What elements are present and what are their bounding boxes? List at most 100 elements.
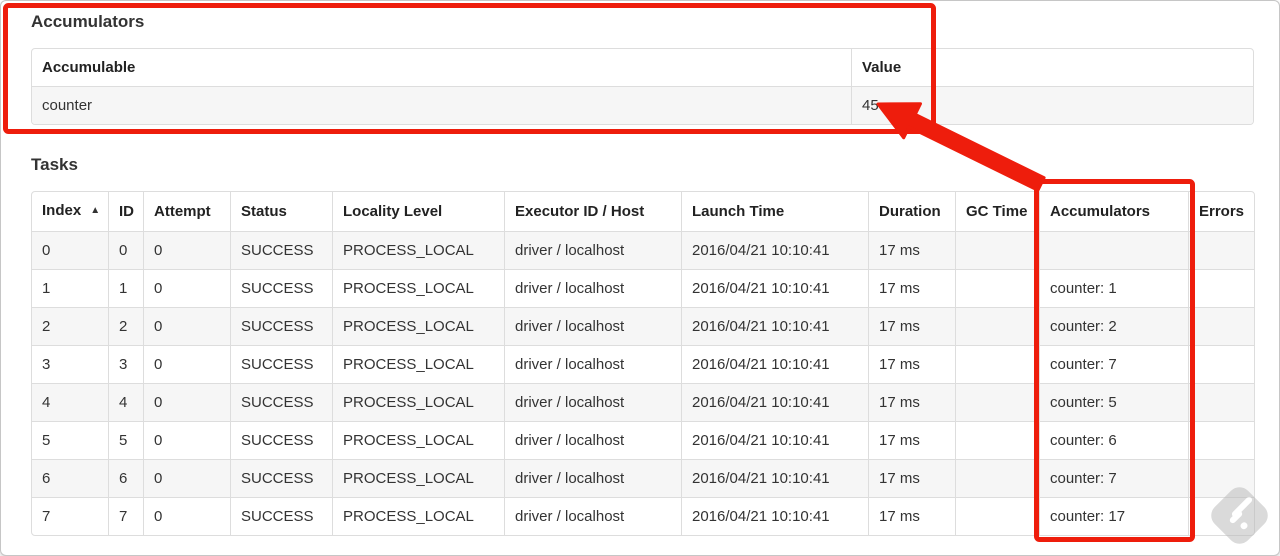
table-cell: 45 <box>851 86 1253 124</box>
table-cell: 0 <box>143 345 230 383</box>
column-header-label: Errors <box>1199 203 1245 220</box>
table-cell: 17 ms <box>868 421 955 459</box>
table-cell: 2016/04/21 10:10:41 <box>681 307 868 345</box>
table-row: 4 4 0 SUCCESS PROCESS_LOCAL driver / localhos… <box>32 383 1254 421</box>
table-cell: SUCCESS <box>230 497 332 535</box>
table-cell: 7 <box>108 497 143 535</box>
table-cell: counter <box>32 86 851 124</box>
table-cell: PROCESS_LOCAL <box>332 345 504 383</box>
table-cell: 2016/04/21 10:10:41 <box>681 269 868 307</box>
accumulators-table: Accumulable Value counter 45 <box>31 48 1254 125</box>
table-cell: 0 <box>143 383 230 421</box>
table-cell: driver / localhost <box>504 345 681 383</box>
table-row: 3 3 0 SUCCESS PROCESS_LOCAL driver / localhos… <box>32 345 1254 383</box>
column-header-attempt[interactable]: Attempt <box>143 192 230 231</box>
table-cell: 0 <box>143 269 230 307</box>
table-row: 0 0 0 SUCCESS PROCESS_LOCAL driver / localhos… <box>32 231 1254 269</box>
column-header-id[interactable]: ID <box>108 192 143 231</box>
table-cell: 0 <box>108 231 143 269</box>
table-cell: SUCCESS <box>230 459 332 497</box>
table-cell: PROCESS_LOCAL <box>332 231 504 269</box>
tasks-section: Tasks Index ▲ ID Attempt Status Locality Leve… <box>31 154 1255 536</box>
column-header-gc-time[interactable]: GC Time <box>955 192 1039 231</box>
table-row: 5 5 0 SUCCESS PROCESS_LOCAL driver / localhos… <box>32 421 1254 459</box>
column-header-index[interactable]: Index ▲ <box>32 192 108 231</box>
table-cell: 2 <box>32 307 108 345</box>
table-cell <box>1188 383 1254 421</box>
table-cell: PROCESS_LOCAL <box>332 421 504 459</box>
column-header-accumulators[interactable]: Accumulators <box>1039 192 1188 231</box>
table-cell: 17 ms <box>868 345 955 383</box>
column-header-label: Launch Time <box>692 203 785 220</box>
column-header-label: Status <box>241 203 287 220</box>
column-header-errors[interactable]: Errors <box>1188 192 1254 231</box>
table-cell <box>955 345 1039 383</box>
header-row: Index ▲ ID Attempt Status Locality Level Execu… <box>32 192 1254 231</box>
column-header-label: GC Time <box>966 203 1028 220</box>
column-header-label: Attempt <box>154 203 211 220</box>
table-cell: driver / localhost <box>504 421 681 459</box>
table-cell: SUCCESS <box>230 307 332 345</box>
column-header-label: Accumulable <box>42 59 136 76</box>
table-cell <box>955 459 1039 497</box>
table-cell: 17 ms <box>868 269 955 307</box>
table-cell <box>955 307 1039 345</box>
header-row: Accumulable Value <box>32 49 1253 86</box>
table-cell <box>1188 345 1254 383</box>
table-cell: driver / localhost <box>504 307 681 345</box>
table-row: 7 7 0 SUCCESS PROCESS_LOCAL driver / localhos… <box>32 497 1254 535</box>
table-cell: driver / localhost <box>504 497 681 535</box>
tasks-table: Index ▲ ID Attempt Status Locality Level Execu… <box>31 191 1255 536</box>
column-header-executor-id-host[interactable]: Executor ID / Host <box>504 192 681 231</box>
table-cell <box>1188 231 1254 269</box>
table-cell <box>1188 459 1254 497</box>
table-cell: 6 <box>108 459 143 497</box>
table-cell: 0 <box>143 231 230 269</box>
table-cell <box>1188 269 1254 307</box>
table-cell: counter: 6 <box>1039 421 1188 459</box>
table-cell: counter: 7 <box>1039 459 1188 497</box>
table-cell: PROCESS_LOCAL <box>332 383 504 421</box>
table-cell: PROCESS_LOCAL <box>332 459 504 497</box>
column-header-value[interactable]: Value <box>851 49 1253 86</box>
table-cell: 0 <box>32 231 108 269</box>
page-content: Accumulators Accumulable Value counter 45 T… <box>1 1 1279 536</box>
table-row: 1 1 0 SUCCESS PROCESS_LOCAL driver / localhos… <box>32 269 1254 307</box>
column-header-status[interactable]: Status <box>230 192 332 231</box>
table-cell <box>1188 497 1254 535</box>
table-cell: PROCESS_LOCAL <box>332 269 504 307</box>
table-cell: counter: 5 <box>1039 383 1188 421</box>
table-cell: 5 <box>32 421 108 459</box>
table-cell: driver / localhost <box>504 269 681 307</box>
table-cell: 1 <box>32 269 108 307</box>
column-header-label: Duration <box>879 203 941 220</box>
spark-ui-stage-page: Accumulators Accumulable Value counter 45 T… <box>0 0 1280 556</box>
table-cell: driver / localhost <box>504 231 681 269</box>
column-header-label: ID <box>119 203 134 220</box>
column-header-launch-time[interactable]: Launch Time <box>681 192 868 231</box>
table-row: 6 6 0 SUCCESS PROCESS_LOCAL driver / localhos… <box>32 459 1254 497</box>
column-header-duration[interactable]: Duration <box>868 192 955 231</box>
table-cell <box>1188 307 1254 345</box>
table-cell: 5 <box>108 421 143 459</box>
table-cell: 0 <box>143 497 230 535</box>
column-header-locality-level[interactable]: Locality Level <box>332 192 504 231</box>
column-header-label: Executor ID / Host <box>515 203 645 220</box>
table-cell: 17 ms <box>868 307 955 345</box>
table-cell: 2016/04/21 10:10:41 <box>681 383 868 421</box>
accumulators-section-title: Accumulators <box>31 12 145 31</box>
table-cell: 7 <box>32 497 108 535</box>
column-header-accumulable[interactable]: Accumulable <box>32 49 851 86</box>
table-cell: 17 ms <box>868 459 955 497</box>
table-cell: 0 <box>143 459 230 497</box>
table-cell: driver / localhost <box>504 459 681 497</box>
table-cell: driver / localhost <box>504 383 681 421</box>
table-cell: PROCESS_LOCAL <box>332 307 504 345</box>
table-cell: SUCCESS <box>230 269 332 307</box>
table-cell: counter: 1 <box>1039 269 1188 307</box>
accumulators-section: Accumulators Accumulable Value counter 45 <box>31 11 1254 125</box>
table-cell: 2016/04/21 10:10:41 <box>681 421 868 459</box>
table-cell: 2 <box>108 307 143 345</box>
column-header-label: Accumulators <box>1050 203 1151 220</box>
table-cell: 3 <box>32 345 108 383</box>
